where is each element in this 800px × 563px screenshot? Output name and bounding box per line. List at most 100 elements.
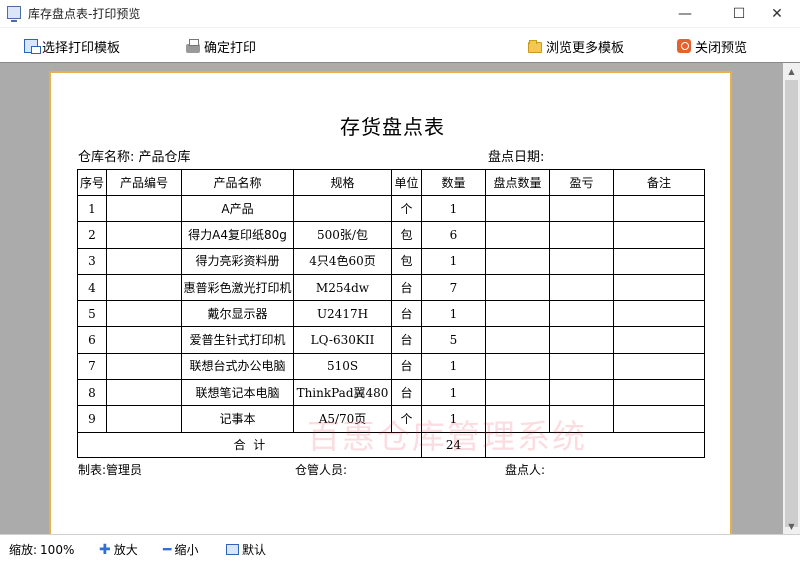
confirm-print-label: 确定打印 [204, 40, 257, 56]
cell-name: 戴尔显示器 [181, 300, 294, 328]
scroll-up-icon[interactable]: ▲ [783, 63, 800, 80]
maker-label: 制表: [78, 463, 107, 477]
empty-cell [613, 405, 705, 433]
empty-cell [485, 247, 550, 275]
table-header-row: 序号 产品编号 产品名称 规格 单位 数量 盘点数量 盈亏 备注 [77, 169, 705, 196]
empty-cell [549, 352, 614, 381]
cell-no: 3 [77, 247, 107, 275]
column-header: 序号 [77, 169, 107, 196]
select-template-button[interactable]: 选择打印模板 [24, 37, 120, 56]
zoom-in-label: 放大 [113, 543, 138, 557]
table-row: 6 爱普生针式打印机 LQ-630KII 台 5 [77, 326, 705, 354]
confirm-print-button[interactable]: 确定打印 [186, 37, 257, 56]
cell-name: 记事本 [181, 405, 294, 433]
cell-no: 1 [77, 194, 107, 223]
zoom-out-label: 缩小 [174, 543, 199, 557]
table-row: 4 惠普彩色激光打印机 M254dw 台 7 [77, 273, 705, 302]
keeper-label: 仓管人员: [295, 463, 348, 477]
cell-no: 5 [77, 300, 107, 328]
table-row: 9 记事本 A5/70页个 1 [77, 405, 705, 433]
toolbar: 选择打印模板 确定打印 浏览更多模板 关闭预览 [0, 28, 800, 62]
cell-no: 6 [77, 326, 107, 354]
table-row: 7 联想台式办公电脑 510S 台 1 [77, 352, 705, 381]
zoom-readout: 缩放: 100% [9, 541, 74, 558]
cell-unit: 台 [391, 379, 422, 407]
cell-code [106, 247, 182, 275]
close-button[interactable]: ✕ [754, 0, 800, 28]
cell-qty: 1 [421, 352, 486, 381]
power-icon [677, 39, 691, 53]
empty-cell [485, 221, 550, 249]
empty-cell [485, 379, 550, 407]
empty-cell [485, 300, 550, 328]
default-zoom-label: 默认 [242, 543, 267, 557]
cell-unit: 个 [391, 194, 422, 223]
status-bar: 缩放: 100% ✚ 放大 ━ 缩小 默认 [0, 534, 800, 563]
cell-spec [293, 194, 392, 223]
empty-cell [613, 221, 705, 249]
printer-icon [186, 38, 200, 53]
close-preview-button[interactable]: 关闭预览 [677, 37, 748, 56]
warehouse-info: 仓库名称: 产品仓库 [78, 146, 191, 165]
zoom-out-button[interactable]: ━ 缩小 [163, 541, 198, 558]
preview-area[interactable]: 存货盘点表 仓库名称: 产品仓库 盘点日期: 序号 产品编号 产品名称 规格 单位 数量盘… [0, 62, 800, 534]
empty-cell [613, 352, 705, 381]
print-page: 存货盘点表 仓库名称: 产品仓库 盘点日期: 序号 产品编号 产品名称 规格 单位 数量盘… [49, 71, 732, 534]
cell-qty: 5 [421, 326, 486, 354]
total-row: 合 计 24 [77, 431, 705, 458]
minimize-button[interactable]: — [662, 0, 708, 28]
vertical-scrollbar[interactable]: ▲ ▼ [783, 63, 800, 534]
total-empty-cell [485, 431, 705, 458]
empty-cell [549, 300, 614, 328]
counter-label: 盘点人: [505, 463, 546, 477]
cell-spec: ThinkPad翼480 [293, 379, 392, 407]
cell-spec: M254dw [293, 273, 392, 302]
maker-value: 管理员 [106, 463, 143, 477]
empty-cell [485, 194, 550, 223]
document-title: 存货盘点表 [340, 115, 445, 139]
scroll-down-icon[interactable]: ▼ [783, 518, 800, 534]
cell-spec: 500张/包 [293, 221, 392, 249]
default-zoom-button[interactable]: 默认 [226, 541, 266, 558]
cell-code [106, 221, 182, 249]
minus-icon: ━ [163, 541, 172, 558]
zoom-label: 缩放: [9, 543, 38, 557]
window-title: 库存盘点表-打印预览 [28, 7, 141, 21]
cell-code [106, 352, 182, 381]
browse-templates-button[interactable]: 浏览更多模板 [528, 37, 624, 56]
cell-spec: 4只4色60页 [293, 247, 392, 275]
cell-spec: U2417H [293, 300, 392, 328]
cell-code [106, 326, 182, 354]
zoom-in-button[interactable]: ✚ 放大 [99, 541, 138, 558]
column-header: 备注 [613, 169, 705, 196]
plus-icon: ✚ [99, 541, 111, 558]
count-date-label: 盘点日期: [488, 150, 545, 165]
cell-code [106, 300, 182, 328]
close-preview-label: 关闭预览 [695, 40, 748, 56]
folder-icon [528, 39, 542, 53]
scroll-thumb[interactable] [785, 80, 798, 527]
empty-cell [549, 405, 614, 433]
cell-unit: 包 [391, 221, 422, 249]
cell-unit: 台 [391, 326, 422, 354]
cell-no: 7 [77, 352, 107, 381]
cell-code [106, 405, 182, 433]
table-row: 8 联想笔记本电脑 ThinkPad翼480 台 1 [77, 379, 705, 407]
inventory-table: 序号 产品编号 产品名称 规格 单位 数量 盘点数量 盈亏 备注 1 A产品个 1 2 得力A4复印纸8… [77, 169, 705, 458]
total-qty: 24 [421, 431, 486, 458]
cell-spec: LQ-630KII [293, 326, 392, 354]
app-icon [7, 6, 21, 22]
empty-cell [613, 379, 705, 407]
maker-info: 制表:管理员 [78, 461, 142, 478]
cell-no: 9 [77, 405, 107, 433]
column-header: 盘点数量 [485, 169, 550, 196]
empty-cell [549, 326, 614, 354]
cell-code [106, 194, 182, 223]
cell-spec: 510S [293, 352, 392, 381]
cell-unit: 包 [391, 247, 422, 275]
table-row: 5 戴尔显示器 U2417H 台 1 [77, 300, 705, 328]
cell-qty: 7 [421, 273, 486, 302]
column-header: 产品编号 [106, 169, 182, 196]
empty-cell [485, 352, 550, 381]
cell-qty: 6 [421, 221, 486, 249]
